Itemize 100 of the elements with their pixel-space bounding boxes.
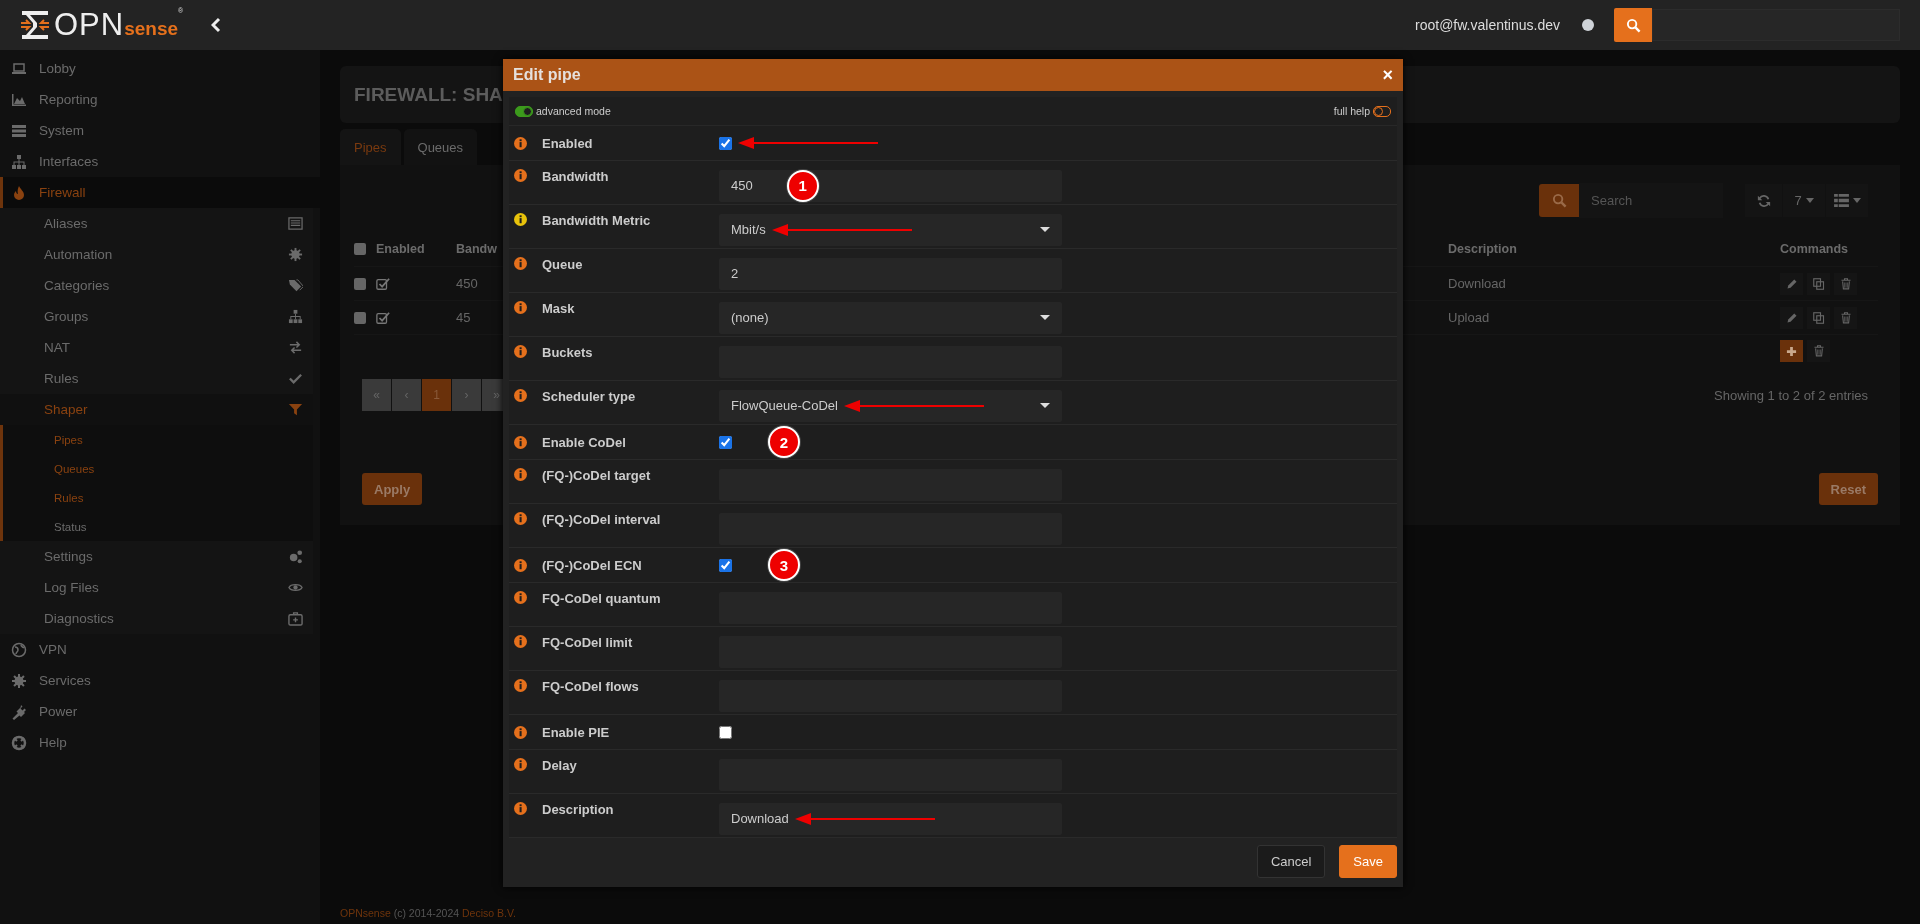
sidebar-item[interactable]: Log Files <box>0 572 313 603</box>
callout-marker: 3 <box>768 549 800 581</box>
search-icon <box>1625 17 1641 33</box>
opnsense-link[interactable]: OPNsense <box>340 907 391 919</box>
pencil-icon <box>1785 311 1798 324</box>
save-button[interactable]: Save <box>1339 845 1397 878</box>
sidebar-item[interactable]: Pipes <box>3 425 313 454</box>
page-button[interactable]: › <box>452 379 481 411</box>
trash-icon <box>1839 311 1852 324</box>
page-button[interactable]: « <box>362 379 391 411</box>
sidebar-item[interactable]: Settings <box>0 541 313 572</box>
checkbox[interactable] <box>719 725 732 739</box>
sidebar-item[interactable]: Rules <box>0 363 313 394</box>
copy-button[interactable] <box>1807 306 1830 329</box>
edit-button[interactable] <box>1780 272 1803 295</box>
sidebar-item[interactable]: Status <box>3 512 313 541</box>
gears-icon <box>288 549 303 564</box>
globe-icon <box>11 641 27 658</box>
caret-icon <box>1852 198 1861 203</box>
gear-icon <box>11 672 27 689</box>
close-button[interactable]: × <box>1380 66 1395 84</box>
sidebar-item[interactable]: Categories <box>0 270 313 301</box>
filter-icon <box>288 402 303 417</box>
copy-button[interactable] <box>1807 272 1830 295</box>
dialog-title: Edit pipe <box>513 66 581 84</box>
toggle-switch[interactable] <box>1373 105 1391 117</box>
delete-button[interactable] <box>1834 306 1857 329</box>
field-label: Enable CoDel <box>542 434 626 450</box>
sidebar-item[interactable]: Queues <box>3 454 313 483</box>
delete-button[interactable] <box>1834 272 1857 295</box>
list-icon <box>1833 194 1849 207</box>
column-header: Bandw <box>456 242 498 256</box>
apply-button[interactable]: Apply <box>362 473 423 505</box>
search-button[interactable] <box>1614 8 1652 42</box>
text-field[interactable]: Download <box>719 802 1062 835</box>
checked-box-icon[interactable] <box>376 310 390 325</box>
text-field[interactable]: 450 1 <box>719 169 1062 202</box>
area-chart-icon <box>11 91 27 108</box>
checkbox[interactable] <box>354 311 366 324</box>
sidebar-item[interactable]: Firewall <box>0 177 320 208</box>
field-label: Scheduler type <box>542 389 636 404</box>
gear-icon <box>288 247 303 262</box>
sidebar-item[interactable]: Interfaces <box>0 146 320 177</box>
page-button[interactable]: ‹ <box>392 379 421 411</box>
edit-button[interactable] <box>1780 306 1803 329</box>
laptop-icon <box>11 60 27 77</box>
sitemap-icon <box>11 153 27 170</box>
checkbox[interactable] <box>354 243 366 255</box>
sidebar-item[interactable]: Aliases <box>0 208 313 239</box>
checkbox[interactable] <box>354 277 366 290</box>
add-button[interactable] <box>1780 340 1803 362</box>
field-label: FQ-CoDel limit <box>542 635 633 650</box>
sidebar-item[interactable]: VPN <box>0 634 320 665</box>
sidebar-item[interactable]: Lobby <box>0 53 320 84</box>
sidebar-item[interactable]: Shaper <box>0 394 313 425</box>
reset-button[interactable]: Reset <box>1818 473 1878 505</box>
sidebar-item[interactable]: System <box>0 115 320 146</box>
checkbox[interactable] <box>719 435 732 449</box>
lifebuoy-icon <box>11 734 27 751</box>
sitemap-icon <box>288 309 303 324</box>
field-label: FQ-CoDel quantum <box>542 591 661 606</box>
collapse-icon[interactable] <box>211 17 222 33</box>
swap-arrows-icon <box>288 340 303 355</box>
sidebar-item[interactable]: Reporting <box>0 84 320 115</box>
checkbox[interactable] <box>719 558 732 572</box>
sidebar-item[interactable]: Diagnostics <box>0 603 313 634</box>
cancel-button[interactable]: Cancel <box>1256 845 1326 878</box>
toggle-label: advanced mode <box>536 105 611 117</box>
sidebar-item[interactable]: Automation <box>0 239 313 270</box>
logo-icon <box>20 10 50 40</box>
caret-icon <box>1040 315 1050 320</box>
sidebar-item[interactable]: Rules <box>3 483 313 512</box>
sidebar-item[interactable]: Power <box>0 696 320 727</box>
tab[interactable]: Pipes <box>340 129 401 165</box>
checkbox[interactable] <box>719 136 732 150</box>
dropdown[interactable]: Mbit/s <box>719 213 1062 246</box>
sidebar-item[interactable]: Groups <box>0 301 313 332</box>
sidebar-item[interactable]: Help <box>0 727 320 758</box>
field-label: (FQ-)CoDel ECN <box>542 557 642 573</box>
dropdown[interactable]: FlowQueue-CoDel <box>719 389 1062 422</box>
list-icon <box>288 216 303 231</box>
column-header: Description <box>1448 242 1518 256</box>
field-label: Bandwidth <box>542 169 609 184</box>
field-label: Buckets <box>542 345 593 360</box>
text-field[interactable]: 2 <box>719 257 1062 290</box>
check-icon <box>288 371 303 386</box>
user-name[interactable]: root@fw.valentinus.dev <box>1415 17 1560 33</box>
dropdown[interactable]: (none) <box>719 301 1062 334</box>
deciso-link[interactable]: Deciso B.V. <box>462 907 516 919</box>
tab[interactable]: Queues <box>403 129 478 165</box>
toggle-switch[interactable] <box>515 105 533 117</box>
field-label: Mask <box>542 301 575 316</box>
search-field[interactable] <box>1652 9 1900 41</box>
sidebar-item[interactable]: NAT <box>0 332 313 363</box>
sidebar-item[interactable]: Services <box>0 665 320 696</box>
pencil-icon <box>1785 277 1798 290</box>
column-header: Enabled <box>376 242 426 256</box>
checked-box-icon[interactable] <box>376 276 390 291</box>
server-icon <box>11 122 27 139</box>
toggle-label: full help <box>1333 105 1370 117</box>
